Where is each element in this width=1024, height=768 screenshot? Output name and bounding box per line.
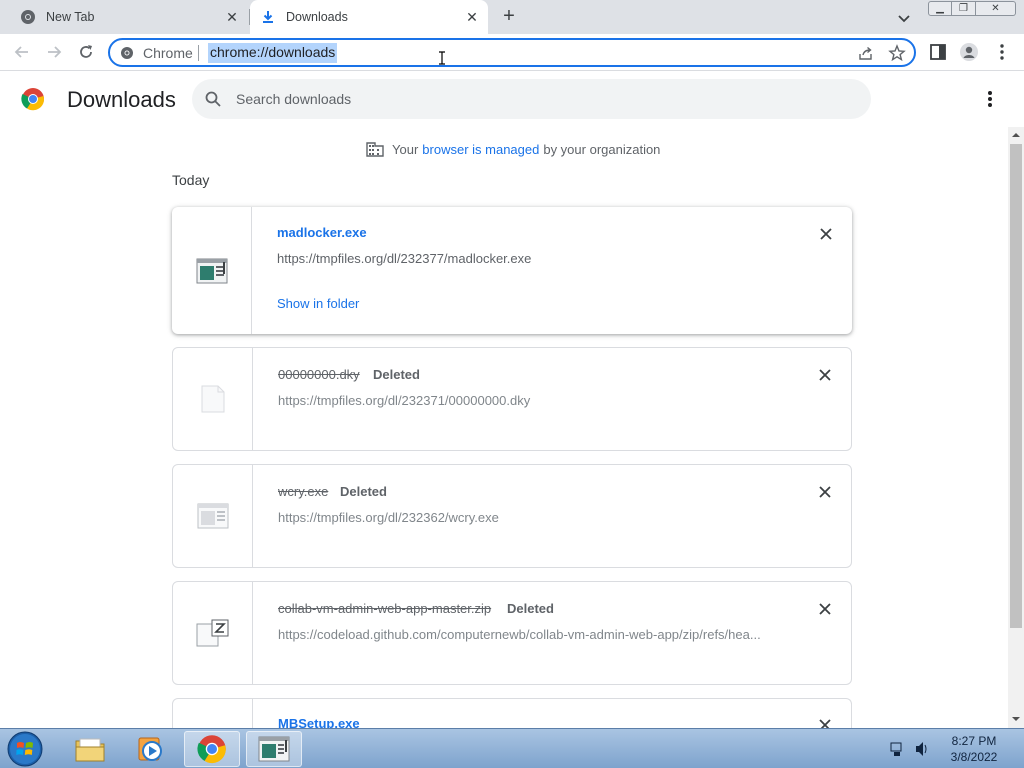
share-icon[interactable] xyxy=(858,45,874,61)
restore-window-button[interactable]: ❐ xyxy=(952,1,976,16)
chrome-site-icon xyxy=(121,47,133,59)
date-section-header: Today xyxy=(172,172,210,188)
tab-strip: New Tab ✕ Downloads ✕ + ▁ ❐ ✕ xyxy=(0,0,1024,34)
browser-menu-icon[interactable] xyxy=(992,42,1012,62)
download-source-url[interactable]: https://tmpfiles.org/dl/232362/wcry.exe xyxy=(278,510,778,525)
text-cursor-icon xyxy=(439,51,445,65)
close-tab-icon[interactable]: ✕ xyxy=(464,9,480,25)
windows-taskbar: 8:27 PM 3/8/2022 xyxy=(0,728,1024,768)
more-actions-icon[interactable] xyxy=(980,88,1000,110)
scroll-down-arrow-icon[interactable] xyxy=(1008,711,1024,727)
bookmark-star-icon[interactable] xyxy=(888,44,906,62)
search-icon xyxy=(205,91,221,107)
download-status: Deleted xyxy=(340,484,387,499)
close-tab-icon[interactable]: ✕ xyxy=(224,9,240,25)
folder-icon xyxy=(75,738,105,762)
remove-download-icon[interactable] xyxy=(817,367,833,383)
close-window-button[interactable]: ✕ xyxy=(976,1,1016,16)
managed-link[interactable]: browser is managed xyxy=(422,142,539,157)
address-bar[interactable]: Chrome chrome://downloads xyxy=(108,38,916,67)
taskbar-media-player-button[interactable] xyxy=(122,731,178,767)
media-player-icon xyxy=(138,737,162,761)
download-filename: wcry.exe xyxy=(278,484,329,499)
chrome-logo-icon xyxy=(21,88,45,111)
download-item: madlocker.exe https://tmpfiles.org/dl/23… xyxy=(172,207,852,334)
url-text[interactable]: chrome://downloads xyxy=(208,43,338,63)
building-icon xyxy=(366,142,384,157)
file-icon-column xyxy=(173,348,253,450)
clock-time: 8:27 PM xyxy=(951,734,997,748)
tab-title: Downloads xyxy=(286,10,348,24)
remove-download-icon[interactable] xyxy=(817,484,833,500)
file-icon-column xyxy=(173,465,253,567)
managed-suffix: by your organization xyxy=(543,141,661,157)
chrome-tab-icon xyxy=(21,10,35,24)
scroll-up-arrow-icon[interactable] xyxy=(1008,127,1024,143)
file-icon-column xyxy=(173,582,253,684)
search-downloads-bar[interactable] xyxy=(192,79,871,119)
file-icon-column xyxy=(172,207,252,334)
file-icon-column xyxy=(173,699,253,729)
managed-notice: Your browser is managed by your organiza… xyxy=(366,140,660,158)
taskbar-chrome-button[interactable] xyxy=(184,731,240,767)
exe-file-icon xyxy=(197,503,228,529)
omnibox-divider xyxy=(198,45,199,61)
zip-file-icon xyxy=(196,619,228,647)
exe-file-icon xyxy=(196,258,227,283)
download-source-url[interactable]: https://tmpfiles.org/dl/232377/madlocker… xyxy=(277,251,777,266)
page-title: Downloads xyxy=(67,87,176,112)
download-source-url[interactable]: https://codeload.github.com/computernewb… xyxy=(278,627,778,642)
back-arrow-icon[interactable] xyxy=(12,42,32,62)
chrome-logo-icon xyxy=(197,735,226,764)
blank-file-icon xyxy=(201,385,224,413)
omnibox-chip: Chrome xyxy=(143,45,193,61)
download-status: Deleted xyxy=(507,601,554,616)
system-tray-icons[interactable] xyxy=(890,740,930,758)
taskbar-clock[interactable]: 8:27 PM 3/8/2022 xyxy=(944,733,1004,765)
taskbar-exe-window-button[interactable] xyxy=(246,731,302,767)
chevron-down-icon[interactable] xyxy=(895,9,913,27)
taskbar-explorer-button[interactable] xyxy=(62,731,118,767)
tab-downloads[interactable]: Downloads ✕ xyxy=(250,0,488,34)
download-filename: collab-vm-admin-web-app-master.zip xyxy=(278,601,492,616)
side-panel-icon[interactable] xyxy=(928,42,948,62)
download-filename-link[interactable]: madlocker.exe xyxy=(277,225,367,240)
download-item: wcry.exe Deleted https://tmpfiles.org/dl… xyxy=(172,464,852,568)
minimize-window-button[interactable]: ▁ xyxy=(928,1,952,16)
download-status: Deleted xyxy=(373,367,420,382)
downloads-header: Downloads xyxy=(0,71,1024,127)
download-item: 00000000.dky Deleted https://tmpfiles.or… xyxy=(172,347,852,451)
windows-start-icon[interactable] xyxy=(5,730,45,768)
download-icon xyxy=(263,11,273,23)
show-in-folder-link[interactable]: Show in folder xyxy=(277,296,359,311)
browser-toolbar: Chrome chrome://downloads xyxy=(0,34,1024,71)
remove-download-icon[interactable] xyxy=(817,601,833,617)
search-input[interactable] xyxy=(236,79,836,119)
profile-avatar-icon[interactable] xyxy=(959,42,979,62)
forward-arrow-icon[interactable] xyxy=(44,42,64,62)
exe-window-icon xyxy=(258,736,290,762)
tab-new-tab[interactable]: New Tab ✕ xyxy=(10,0,248,34)
download-source-url[interactable]: https://tmpfiles.org/dl/232371/00000000.… xyxy=(278,393,778,408)
remove-download-icon[interactable] xyxy=(818,226,834,242)
reload-icon[interactable] xyxy=(76,42,96,62)
tab-title: New Tab xyxy=(46,10,95,24)
clock-date: 3/8/2022 xyxy=(950,750,998,764)
managed-prefix: Your xyxy=(392,141,419,157)
new-tab-button[interactable]: + xyxy=(498,6,520,28)
download-item: collab-vm-admin-web-app-master.zip Delet… xyxy=(172,581,852,685)
download-filename: 00000000.dky xyxy=(278,367,360,382)
scrollbar-thumb[interactable] xyxy=(1010,144,1022,628)
